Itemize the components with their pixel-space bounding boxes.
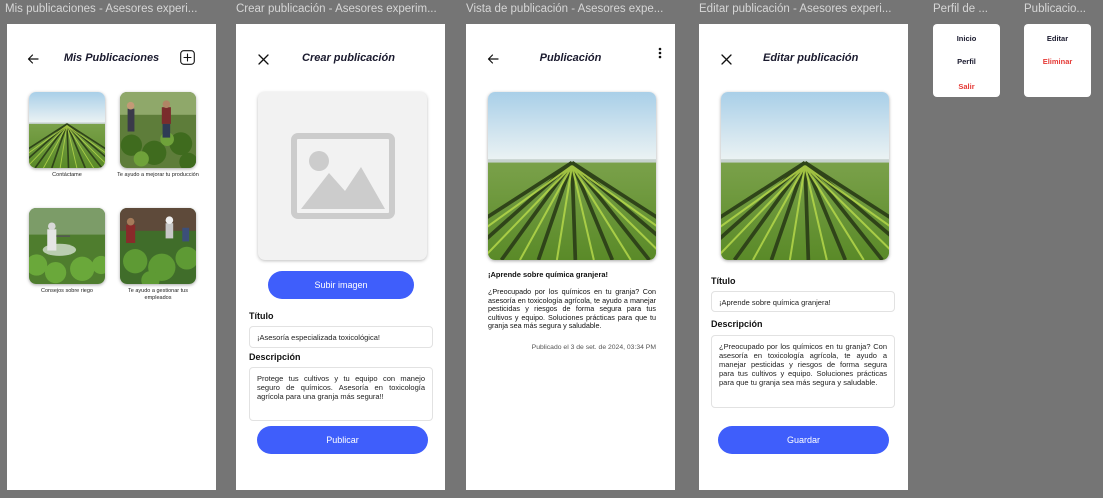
- post-body: ¿Preocupado por los químicos en tu granj…: [488, 287, 656, 330]
- title-label: Título: [249, 311, 274, 321]
- frame-label-vista: Vista de publicación - Asesores expe...: [466, 3, 664, 15]
- post-caption: Te ayudo a mejorar tu producción: [117, 172, 199, 178]
- frame-label-publicacion-menu: Publicacio...: [1024, 3, 1087, 15]
- screen-editar-publicacion: Editar publicación Título ¡Aprende sobre…: [699, 24, 908, 490]
- screen-crear-publicacion: Crear publicación Subir imagen Título ¡A…: [236, 24, 445, 490]
- post-caption: Consejos sobre riego: [41, 288, 93, 294]
- title-input[interactable]: ¡Aprende sobre química granjera!: [711, 291, 895, 312]
- post-image: [488, 92, 656, 260]
- post-thumbnail[interactable]: [29, 92, 105, 168]
- page-title: Crear publicación: [302, 52, 395, 64]
- description-label: Descripción: [249, 352, 301, 362]
- frame-label-editar: Editar publicación - Asesores experi...: [699, 3, 892, 15]
- more-vertical-icon: [658, 47, 662, 59]
- publish-button[interactable]: Publicar: [257, 426, 428, 454]
- menu-item-perfil[interactable]: Perfil: [933, 57, 1000, 66]
- post-title: ¡Aprende sobre química granjera!: [488, 270, 609, 279]
- image-upload-area[interactable]: [258, 92, 427, 260]
- add-post-button[interactable]: [179, 49, 196, 66]
- description-textarea[interactable]: Protege tus cultivos y tu equipo con man…: [249, 367, 433, 421]
- page-title: Publicación: [539, 52, 602, 64]
- perfil-menu: Inicio Perfil Salir: [933, 24, 1000, 97]
- title-input[interactable]: ¡Asesoría especializada toxicológica!: [249, 326, 433, 348]
- page-title: Editar publicación: [763, 52, 859, 64]
- post-thumbnail[interactable]: [120, 92, 196, 168]
- post-image[interactable]: [721, 92, 889, 260]
- menu-item-eliminar[interactable]: Eliminar: [1024, 57, 1091, 66]
- screen-mis-publicaciones: Mis Publicaciones Contáctame Te ayudo a …: [7, 24, 216, 490]
- upload-image-button[interactable]: Subir imagen: [268, 271, 414, 299]
- screen-vista-publicacion: Publicación ¡Aprende sobre química granj…: [466, 24, 675, 490]
- post-thumbnail[interactable]: [120, 208, 196, 284]
- published-date: Publicado el 3 de set. de 2024, 03:34 PM: [531, 344, 656, 351]
- post-thumbnail[interactable]: [29, 208, 105, 284]
- post-caption: Te ayudo a gestionar tus empleados: [128, 288, 188, 301]
- frame-label-crear: Crear publicación - Asesores experim...: [236, 3, 437, 15]
- menu-item-editar[interactable]: Editar: [1024, 34, 1091, 43]
- close-button[interactable]: [254, 50, 272, 68]
- plus-square-icon: [180, 50, 195, 65]
- close-button[interactable]: [717, 50, 735, 68]
- post-caption: Contáctame: [52, 172, 82, 178]
- description-textarea[interactable]: ¿Preocupado por los químicos en tu granj…: [711, 335, 895, 408]
- description-label: Descripción: [711, 319, 763, 329]
- menu-item-inicio[interactable]: Inicio: [933, 34, 1000, 43]
- image-placeholder-icon: [290, 133, 395, 219]
- close-icon: [257, 53, 269, 65]
- save-button[interactable]: Guardar: [718, 426, 889, 454]
- close-icon: [720, 53, 732, 65]
- menu-item-salir[interactable]: Salir: [933, 82, 1000, 91]
- title-label: Título: [711, 276, 736, 286]
- post-options-menu: Editar Eliminar: [1024, 24, 1091, 97]
- frame-label-perfil: Perfil de ...: [933, 3, 988, 15]
- frame-label-mis-publicaciones: Mis publicaciones - Asesores experi...: [5, 3, 198, 15]
- more-options-button[interactable]: [654, 45, 666, 61]
